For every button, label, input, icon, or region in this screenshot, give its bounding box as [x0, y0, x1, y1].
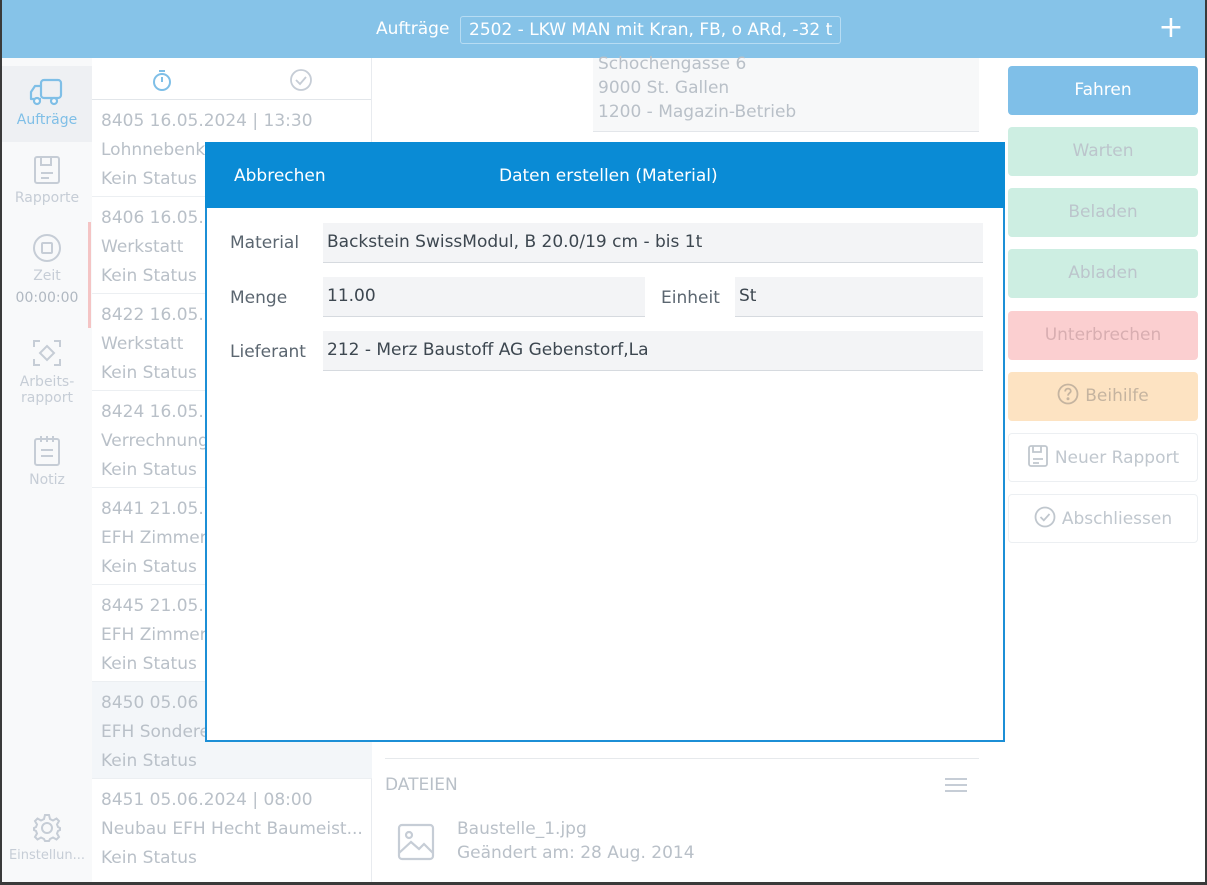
order-status: Kein Status — [101, 751, 197, 771]
list-tabs — [92, 58, 371, 100]
nav-item-settings[interactable]: Einstellun... — [2, 812, 92, 876]
action-panel: Fahren Warten Beladen Abladen Unterbrech… — [1006, 58, 1205, 882]
files-section: DATEIEN Baustelle_1.jpg Geändert am: 28 … — [385, 758, 979, 882]
address-street: Schochengasse 6 — [598, 54, 747, 74]
report-icon — [1027, 445, 1048, 467]
dialog-header: Abbrechen Daten erstellen (Material) — [205, 142, 1005, 208]
quantity-label: Menge — [230, 288, 288, 308]
question-icon — [1057, 383, 1079, 405]
report-icon — [34, 156, 60, 184]
tab-open-timer[interactable] — [150, 68, 174, 92]
create-material-dialog: Abbrechen Daten erstellen (Material) Mat… — [205, 142, 1005, 742]
add-button[interactable]: + — [1156, 10, 1186, 46]
close-order-button[interactable]: Abschliessen — [1008, 494, 1198, 543]
order-number-date: 8405 16.05.2024 | 13:30 — [101, 111, 313, 131]
material-field[interactable]: Backstein SwissModul, B 20.0/19 cm - bis… — [323, 223, 983, 263]
file-name[interactable]: Baustelle_1.jpg — [457, 819, 587, 839]
drive-button[interactable]: Fahren — [1008, 66, 1198, 115]
truck-icon — [29, 78, 63, 106]
nav-item-note[interactable]: Notiz — [2, 434, 92, 498]
new-report-button[interactable]: Neuer Rapport — [1008, 433, 1198, 482]
nav-item-orders[interactable]: Aufträge — [2, 66, 92, 142]
nav-label-work-report-2: rapport — [21, 390, 73, 406]
nav-label-reports: Rapporte — [14, 190, 80, 206]
close-order-label: Abschliessen — [1061, 509, 1173, 529]
status-indicator-bar — [88, 222, 91, 328]
cancel-button[interactable]: Abbrechen — [234, 166, 326, 186]
nav-label-time: Zeit — [33, 268, 61, 284]
page-title: Aufträge — [376, 19, 450, 39]
unit-label: Einheit — [661, 288, 720, 308]
gear-icon — [33, 814, 61, 842]
stopwatch-icon — [153, 70, 171, 91]
supplier-label: Lieferant — [230, 342, 306, 362]
focus-icon — [33, 340, 61, 366]
nav-label-settings: Einstellun... — [8, 848, 86, 863]
help-label: Beihilfe — [1085, 386, 1149, 406]
unload-button[interactable]: Abladen — [1008, 249, 1198, 298]
menu-icon[interactable] — [945, 777, 967, 793]
nav-label-work-report-1: Arbeits- — [19, 374, 75, 390]
check-circle-icon — [290, 69, 312, 91]
nav-item-time[interactable]: Zeit 00:00:00 — [2, 232, 92, 324]
order-title: Neubau EFH Hecht Baumeist... — [101, 819, 361, 839]
nav-item-reports[interactable]: Rapporte — [2, 154, 92, 218]
interrupt-button[interactable]: Unterbrechen — [1008, 311, 1198, 360]
new-report-label: Neuer Rapport — [1054, 448, 1180, 468]
help-button[interactable]: Beihilfe — [1008, 372, 1198, 421]
tab-done[interactable] — [289, 68, 313, 92]
app-window: Aufträge 2502 - LKW MAN mit Kran, FB, o … — [2, 0, 1205, 882]
wait-button[interactable]: Warten — [1008, 127, 1198, 176]
dialog-title: Daten erstellen (Material) — [499, 166, 718, 186]
order-status: Kein Status — [101, 848, 197, 868]
stop-circle-icon — [33, 234, 61, 262]
supplier-field[interactable]: 212 - Merz Baustoff AG Gebenstorf,La — [323, 331, 983, 371]
nav-item-work-report[interactable]: Arbeits- rapport — [2, 336, 92, 422]
order-number-date: 8451 05.06.2024 | 08:00 — [101, 790, 313, 810]
address-city: 9000 St. Gallen — [598, 78, 730, 98]
nav-label-orders: Aufträge — [16, 112, 78, 128]
load-button[interactable]: Beladen — [1008, 188, 1198, 237]
files-header: DATEIEN — [385, 775, 458, 795]
vehicle-select[interactable]: 2502 - LKW MAN mit Kran, FB, o ARd, -32 … — [460, 16, 842, 44]
top-bar: Aufträge 2502 - LKW MAN mit Kran, FB, o … — [2, 0, 1205, 58]
quantity-field[interactable]: 11.00 — [323, 277, 645, 317]
list-item[interactable]: 8451 05.06.2024 | 08:00 Neubau EFH Hecht… — [92, 779, 372, 876]
unit-field[interactable]: St — [735, 277, 983, 317]
file-modified: Geändert am: 28 Aug. 2014 — [457, 843, 695, 863]
timer-value: 00:00:00 — [15, 290, 79, 306]
note-icon — [34, 436, 60, 466]
image-icon — [397, 823, 435, 861]
material-label: Material — [230, 233, 300, 253]
nav-label-note: Notiz — [29, 472, 65, 488]
side-nav: Aufträge Rapporte Zeit 00:00:00 Arbeits- — [2, 58, 92, 882]
address-department: 1200 - Magazin-Betrieb — [598, 102, 797, 122]
check-circle-icon — [1034, 506, 1056, 528]
address-block: Schochengasse 6 9000 St. Gallen 1200 - M… — [593, 54, 979, 132]
